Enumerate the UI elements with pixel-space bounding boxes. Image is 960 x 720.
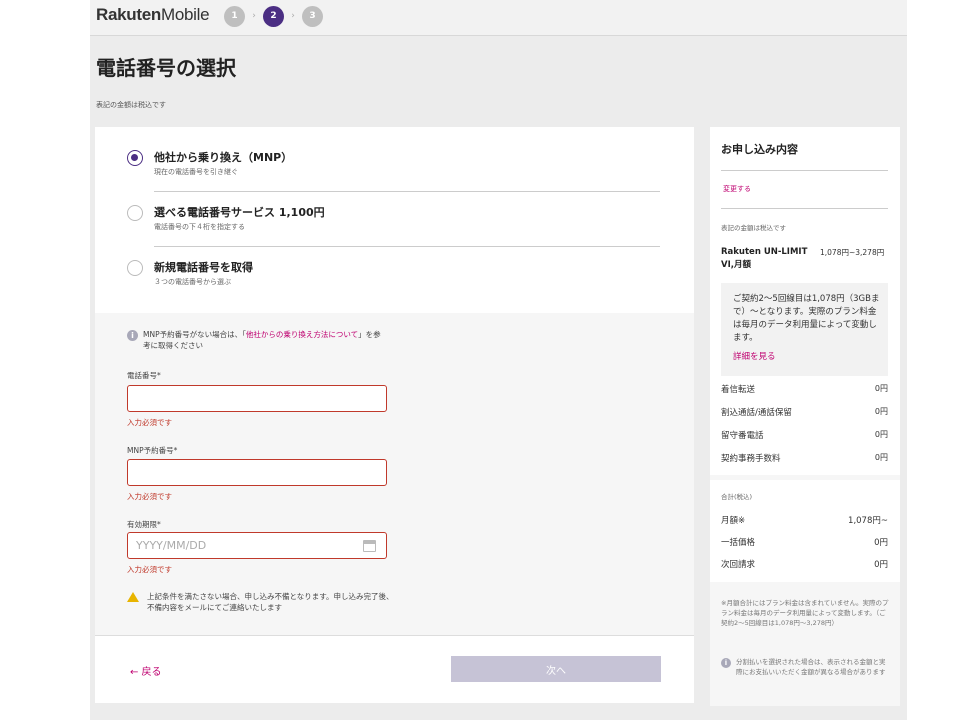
option-subtitle: 現在の電話番号を引き継ぐ — [154, 168, 238, 176]
monthly-disclaimer: ※月額合計にはプラン料金は含まれていません。実際のプラン料金は毎月のデータ利用量… — [721, 599, 889, 627]
step-2-current: 2 — [263, 5, 284, 27]
fee-row: 契約事務手数料 0円 — [721, 452, 888, 466]
phone-number-label: 電話番号* — [127, 371, 161, 380]
divider — [721, 208, 888, 209]
form-navigation: ← 戻る 次へ — [95, 635, 694, 703]
page-stage: RakutenMobile 1 › 2 › 3 電話番号の選択 表記の金額は税込… — [90, 0, 907, 720]
total-row: 一括価格 0円 — [721, 536, 888, 550]
summary-tax-note: 表記の金額は税込です — [721, 224, 786, 232]
tax-note: 表記の金額は税込です — [96, 101, 166, 109]
step-separator: › — [252, 11, 256, 21]
expiry-label: 有効期限* — [127, 520, 161, 529]
info-text: MNP予約番号がない場合は、「他社からの乗り換え方法について」を参考に取得くださ… — [143, 329, 383, 351]
mnp-number-input[interactable] — [127, 459, 387, 486]
page-title: 電話番号の選択 — [96, 56, 236, 80]
total-value: 0円 — [874, 560, 888, 570]
change-link[interactable]: 変更する — [723, 184, 751, 194]
total-name: 次回請求 — [721, 560, 756, 570]
option-title: 新規電話番号を取得 — [154, 261, 253, 274]
divider — [721, 170, 888, 171]
details-link[interactable]: 詳細を見る — [733, 350, 776, 362]
total-header: 合計(税込) — [721, 493, 753, 501]
fee-name: 着信転送 — [721, 385, 756, 395]
divider — [154, 191, 660, 192]
step-1: 1 — [224, 5, 245, 27]
fee-value: 0円 — [874, 407, 888, 416]
info-prefix: MNP予約番号がない場合は、「 — [143, 330, 246, 339]
warning-icon — [127, 592, 139, 602]
mnp-number-label: MNP予約番号* — [127, 446, 178, 455]
total-value: 1,078円~ — [848, 516, 888, 526]
top-header: RakutenMobile 1 › 2 › 3 — [90, 0, 907, 36]
phone-number-error: 入力必須です — [127, 418, 172, 427]
fee-name: 留守番電話 — [721, 431, 764, 441]
order-summary: お申し込み内容 変更する 表記の金額は税込です Rakuten UN-LIMIT… — [710, 127, 900, 706]
divider — [154, 246, 660, 247]
mnp-form: i MNP予約番号がない場合は、「他社からの乗り換え方法について」を参考に取得く… — [95, 313, 694, 635]
fee-row: 留守番電話 0円 — [721, 429, 888, 443]
summary-title: お申し込み内容 — [721, 143, 798, 156]
plan-name: Rakuten UN-LIMIT VI,月額 — [721, 247, 808, 270]
total-name: 一括価格 — [721, 538, 756, 548]
back-link[interactable]: ← 戻る — [130, 663, 162, 678]
next-button[interactable]: 次へ — [451, 656, 661, 682]
plan-note-text: ご契約2～5回線目は1,078円（3GBまで）～となります。実際のプラン料金は毎… — [733, 294, 880, 343]
option-subtitle: ３つの電話番号から選ぶ — [154, 278, 231, 286]
disclaimer-block: ※月額合計にはプラン料金は含まれていません。実際のプラン料金は毎月のデータ利用量… — [710, 582, 900, 706]
fee-value: 0円 — [874, 430, 888, 439]
warning-text: 上記条件を満たさない場合、申し込み不備となります。申し込み完了後、不備内容をメー… — [147, 592, 394, 612]
option-subtitle: 電話番号の下４桁を指定する — [154, 223, 245, 231]
fee-value: 0円 — [874, 453, 888, 462]
calendar-icon[interactable] — [363, 540, 376, 552]
mnp-number-error: 入力必須です — [127, 492, 172, 501]
installment-note: 分割払いを選択された場合は、表示される金額と実際にお支払いいただく金額が異なる場… — [736, 658, 886, 676]
phone-number-input[interactable] — [127, 385, 387, 412]
total-name: 月額※ — [721, 516, 746, 526]
total-row: 月額※ 1,078円~ — [721, 514, 888, 528]
logo-product: Mobile — [160, 5, 210, 24]
fee-name: 契約事務手数料 — [721, 454, 781, 464]
step-3: 3 — [302, 5, 323, 27]
radio-new-number[interactable] — [127, 260, 143, 276]
info-icon: i — [127, 330, 138, 341]
fee-row: 割込通話/通話保留 0円 — [721, 406, 888, 420]
section-gap — [710, 475, 900, 480]
option-title: 他社から乗り換え（MNP） — [154, 151, 293, 164]
mnp-howto-link[interactable]: 他社からの乗り換え方法について — [246, 330, 358, 339]
rakuten-mobile-logo[interactable]: RakutenMobile — [96, 5, 210, 25]
fee-row: 着信転送 0円 — [721, 383, 888, 397]
step-separator: › — [291, 11, 295, 21]
option-title: 選べる電話番号サービス 1,100円 — [154, 206, 325, 219]
radio-choose-number[interactable] — [127, 205, 143, 221]
fee-value: 0円 — [874, 384, 888, 393]
step-indicator: 1 › 2 › 3 — [224, 5, 323, 27]
mnp-info: i MNP予約番号がない場合は、「他社からの乗り換え方法について」を参考に取得く… — [123, 327, 383, 351]
radio-mnp[interactable] — [127, 150, 143, 166]
expiry-date-input[interactable] — [127, 532, 387, 559]
number-option-group: 他社から乗り換え（MNP） 現在の電話番号を引き継ぐ 選べる電話番号サービス 1… — [95, 127, 694, 313]
plan-note-box: ご契約2～5回線目は1,078円（3GBまで）～となります。実際のプラン料金は毎… — [721, 283, 888, 376]
info-icon: i — [721, 658, 731, 668]
total-value: 0円 — [874, 538, 888, 548]
phone-number-selection-card: 他社から乗り換え（MNP） 現在の電話番号を引き継ぐ 選べる電話番号サービス 1… — [95, 127, 694, 703]
total-row: 次回請求 0円 — [721, 558, 888, 572]
expiry-error: 入力必須です — [127, 565, 172, 574]
fee-name: 割込通話/通話保留 — [721, 408, 792, 418]
plan-price: 1,078円~3,278円 — [820, 248, 885, 257]
logo-brand: Rakuten — [96, 5, 161, 24]
